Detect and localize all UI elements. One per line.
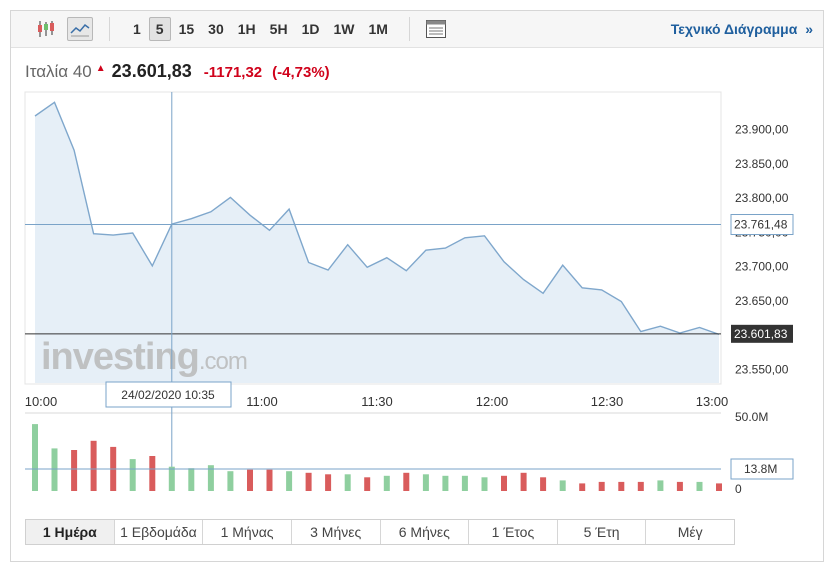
range-button-2[interactable]: 1 Μήνας [203, 520, 292, 544]
volume-bar [442, 475, 449, 491]
volume-bar [344, 474, 351, 491]
y-tick-label: 23.700,00 [735, 260, 789, 274]
y-tick-label: 23.850,00 [735, 157, 789, 171]
x-tick-label: 12:00 [476, 394, 509, 409]
volume-bar [129, 459, 136, 491]
volume-bar [32, 424, 38, 491]
volume-bar [403, 472, 410, 491]
volume-bar [149, 456, 156, 491]
volume-crosshair-label: 13.8M [744, 462, 777, 476]
last-price-tag-label: 23.601,83 [734, 327, 788, 341]
volume-bar [305, 472, 312, 491]
range-button-5[interactable]: 1 Έτος [469, 520, 558, 544]
volume-bar [540, 477, 547, 491]
price-chart[interactable]: investing.com 23.900,00 23.850,00 23.800,00… [11, 11, 823, 516]
range-button-1[interactable]: 1 Εβδομάδα [115, 520, 204, 544]
x-tick-label: 11:30 [361, 394, 393, 409]
range-button-3[interactable]: 3 Μήνες [292, 520, 381, 544]
range-button-6[interactable]: 5 Έτη [558, 520, 647, 544]
volume-bar [383, 475, 390, 491]
crosshair-time-label: 24/02/2020 10:35 [121, 388, 215, 402]
y-tick-label: 23.550,00 [735, 362, 789, 376]
volume-bar [618, 481, 625, 491]
volume-bar [559, 480, 566, 491]
watermark-brand: investing [41, 336, 199, 378]
y-tick-label: 23.800,00 [735, 191, 789, 205]
x-tick-label: 11:00 [246, 394, 278, 409]
volume-bar [227, 471, 234, 491]
volume-bar [266, 469, 273, 491]
volume-bar [51, 448, 58, 491]
volume-bar [716, 483, 722, 491]
volume-bar [696, 481, 703, 491]
x-tick-label: 10:00 [25, 394, 58, 409]
volume-axis-min: 0 [735, 482, 742, 496]
volume-axis-max: 50.0M [735, 410, 768, 424]
y-tick-label: 23.900,00 [735, 123, 789, 137]
volume-bar [90, 440, 97, 491]
watermark-suffix: .com [199, 348, 247, 375]
crosshair-price-label: 23.761,48 [734, 218, 788, 232]
volume-bar [422, 474, 429, 491]
range-button-0[interactable]: 1 Ημέρα [26, 520, 115, 544]
range-button-4[interactable]: 6 Μήνες [381, 520, 470, 544]
volume-bar [637, 481, 644, 491]
range-button-7[interactable]: Μέγ [646, 520, 734, 544]
volume-bar [461, 475, 468, 491]
volume-bar [325, 474, 332, 491]
volume-bar [657, 480, 664, 491]
range-selector: 1 Ημέρα 1 Εβδομάδα 1 Μήνας 3 Μήνες 6 Μήνες 1 … [25, 519, 735, 545]
volume-bar [286, 471, 293, 491]
y-tick-label: 23.650,00 [735, 294, 789, 308]
volume-bar [188, 468, 195, 491]
volume-bar [71, 450, 78, 491]
volume-bar [579, 483, 586, 491]
volume-bar [598, 481, 605, 491]
volume-bar [168, 466, 175, 491]
volume-bar [501, 475, 507, 491]
volume-bar [520, 472, 527, 491]
volume-bar [676, 481, 683, 491]
volume-bar [364, 477, 371, 491]
x-tick-label: 12:30 [591, 394, 624, 409]
volume-bar [247, 469, 253, 491]
chart-widget: 1 5 15 30 1H 5H 1D 1W 1M Τεχνικό Διάγραμμα » Ιτα… [10, 10, 824, 562]
x-tick-label: 13:00 [696, 394, 729, 409]
volume-bar [481, 477, 488, 491]
